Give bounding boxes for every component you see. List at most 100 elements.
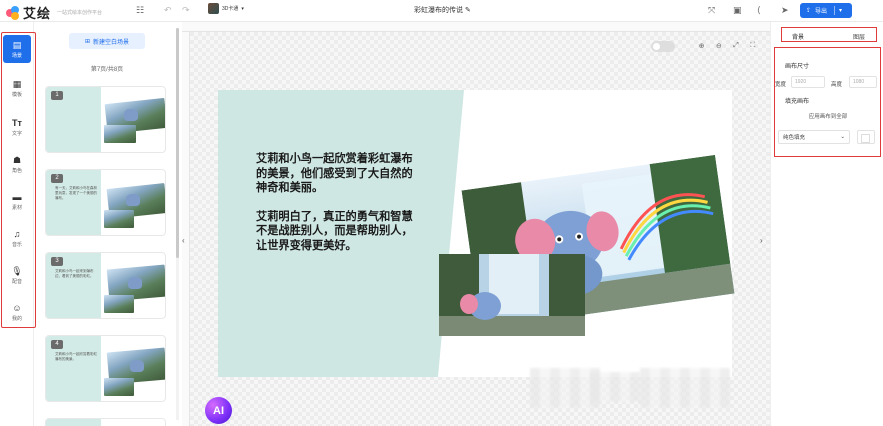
scene-panel-scrollbar[interactable]: [176, 28, 179, 420]
nav-item-label: 音乐: [11, 241, 22, 248]
scene-card-5[interactable]: [45, 418, 166, 426]
scene-text: 艾莉和小鸟一起欣赏着彩虹瀑布的美景。: [55, 352, 97, 361]
document-title[interactable]: 彩虹瀑布的传说 ✎: [414, 5, 471, 15]
grid-toggle[interactable]: [651, 41, 675, 52]
style-selector[interactable]: 3D卡通 ▾: [208, 3, 244, 14]
page-count: 第7页/共8页: [90, 67, 124, 73]
nav-item-mine[interactable]: ☺ 我的: [3, 298, 31, 326]
tab-background[interactable]: 背景: [792, 32, 804, 41]
width-label: 宽度: [775, 82, 787, 88]
nav-item-scene[interactable]: ▤ 场景: [3, 35, 31, 63]
app-name: 艾绘: [23, 6, 52, 21]
new-scene-button[interactable]: ⊞ 新建空白场景: [69, 33, 145, 49]
scene-elephant: [126, 194, 140, 206]
ruler-left: [182, 32, 190, 426]
ruler-top: [182, 22, 770, 32]
nav-item-label: 素材: [11, 204, 22, 211]
scene-number: 3: [51, 257, 63, 266]
scene-bg: [46, 419, 101, 426]
export-button[interactable]: ⇪ 导出 ▾: [800, 3, 852, 18]
scene-number: 4: [51, 340, 63, 349]
scene-icon: ▤: [12, 39, 22, 50]
fill-type-select[interactable]: 纯色填充 ⌄: [778, 130, 850, 144]
zoom-in-icon[interactable]: ⊕: [699, 42, 705, 50]
waterfall-scene-small: [439, 254, 585, 336]
slide-text-box[interactable]: 艾莉和小鸟一起欣赏着彩虹瀑布的美景，他们感受到了大自然的神奇和美丽。 艾莉明白了…: [256, 152, 420, 253]
nav-item-material[interactable]: ▬ 素材: [3, 187, 31, 215]
nav-item-text[interactable]: Tт 文字: [3, 113, 31, 141]
scene-number: 1: [51, 91, 63, 100]
export-dropdown-icon[interactable]: ▾: [839, 7, 842, 14]
save-icon[interactable]: ▣: [733, 5, 742, 16]
blurred-region: [590, 372, 640, 402]
nav-item-label: 我的: [11, 315, 22, 322]
scene-card-2[interactable]: 2 有一天，艾莉和小鸟在森林里玩耍，发现了一个美丽的瀑布。: [45, 169, 166, 236]
ai-assistant-button[interactable]: AI: [205, 397, 232, 424]
width-input[interactable]: 1920: [791, 76, 825, 88]
scene-elephant: [124, 109, 138, 121]
material-icon: ▬: [12, 191, 22, 202]
scene-text: 艾莉和小鸟一起来到瀑布边，看到了美丽的彩虹。: [55, 269, 94, 278]
fit-icon[interactable]: ⛶: [750, 42, 755, 50]
scene-thumbnail: [104, 125, 136, 143]
share-icon[interactable]: ⟨: [757, 5, 761, 16]
nav-item-label: 角色: [11, 167, 22, 174]
slide-paragraph-1: 艾莉和小鸟一起欣赏着彩虹瀑布的美景，他们感受到了大自然的神奇和美丽。: [256, 153, 413, 194]
style-thumbnail: [208, 3, 219, 14]
music-icon: ♫: [13, 228, 21, 239]
collapse-right-icon[interactable]: ›: [760, 236, 763, 245]
nav-item-template[interactable]: ▦ 模板: [3, 74, 31, 102]
fill-canvas-title: 填充画布: [785, 99, 810, 105]
nav-item-character[interactable]: ☗ 角色: [3, 150, 31, 178]
logo[interactable]: 艾绘 一站式绘本创作平台: [6, 3, 102, 22]
illustration-secondary[interactable]: [439, 254, 585, 336]
scene-thumbnail: [104, 378, 134, 396]
height-label: 高度: [831, 82, 843, 88]
nav-item-label: 模板: [11, 91, 22, 98]
chevron-down-icon: ▾: [241, 5, 244, 12]
nav-item-label: 场景: [11, 52, 22, 59]
scene-text: 有一天，艾莉和小鸟在森林里玩耍，发现了一个美丽的瀑布。: [55, 186, 97, 200]
text-icon: Tт: [12, 117, 22, 128]
edit-icon[interactable]: ✎: [465, 7, 471, 14]
scene-card-3[interactable]: 3 艾莉和小鸟一起来到瀑布边，看到了美丽的彩虹。: [45, 252, 166, 319]
character-icon: ☗: [12, 154, 22, 165]
fullscreen-icon[interactable]: ⤢: [733, 42, 739, 50]
redo-icon[interactable]: ↷: [182, 5, 190, 16]
scene-thumbnail: [104, 295, 134, 313]
canvas-size-title: 画布尺寸: [785, 64, 810, 70]
download-icon: ⇪: [806, 8, 812, 14]
tab-layers[interactable]: 图层: [853, 32, 865, 41]
menu-grid-icon[interactable]: ☷: [136, 5, 144, 16]
slide-paragraph-2: 艾莉明白了，真正的勇气和智慧不是战胜别人，而是帮助别人，让世界变得更美好。: [256, 210, 413, 252]
scene-card-4[interactable]: 4 艾莉和小鸟一起欣赏着彩虹瀑布的美景。: [45, 335, 166, 402]
logo-icon: [6, 5, 20, 20]
new-scene-label: 新建空白场景: [93, 39, 130, 46]
scene-number: 2: [51, 174, 63, 183]
apply-to-all-button[interactable]: 应用画布到全部: [786, 112, 870, 120]
top-bar: 艾绘 一站式绘本创作平台 ☷ ↶ ↷ 3D卡通 ▾ 彩虹瀑布的传说 ✎ ⤧ ▣ …: [0, 0, 883, 22]
nav-item-label: 文字: [11, 130, 22, 137]
ratio-icon[interactable]: ⤧: [708, 5, 715, 16]
collapse-left-icon[interactable]: ‹: [182, 236, 185, 245]
scene-card-1[interactable]: 1: [45, 86, 166, 153]
nav-item-voice[interactable]: 🎙 配音: [3, 261, 31, 289]
scene-elephant: [130, 360, 144, 372]
style-selector-label: 3D卡通: [222, 6, 239, 12]
fill-type-value: 纯色填充: [783, 135, 806, 141]
tab-active-indicator: [791, 41, 805, 42]
scene-panel: ⊞ 新建空白场景 第7页/共8页 1 2 有一天，艾莉和小鸟在森林里玩耍，发现了…: [36, 22, 178, 426]
zoom-controls: ⊕ ⊖ ⤢ ⛶: [693, 38, 761, 54]
app-tagline: 一站式绘本创作平台: [57, 10, 103, 16]
undo-icon[interactable]: ↶: [164, 5, 172, 16]
user-icon: ☺: [12, 302, 22, 313]
height-input[interactable]: 1080: [849, 76, 877, 88]
fill-color-picker[interactable]: [857, 130, 875, 144]
zoom-out-icon[interactable]: ⊖: [716, 42, 722, 50]
mic-icon: 🎙: [11, 265, 23, 276]
scene-elephant: [128, 277, 142, 289]
scene-thumbnail: [104, 210, 134, 228]
send-icon[interactable]: ➤: [781, 5, 789, 16]
nav-item-music[interactable]: ♫ 音乐: [3, 224, 31, 252]
document-title-text: 彩虹瀑布的传说: [414, 7, 463, 14]
